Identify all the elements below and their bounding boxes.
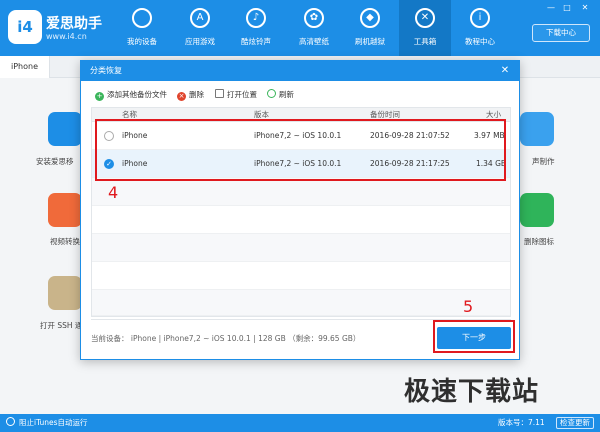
watermark: 极速下载站 — [404, 377, 540, 407]
check-update-button[interactable]: 检查更新 — [556, 417, 594, 429]
nav-my-device[interactable]: 我的设备 — [118, 0, 166, 56]
i4-logo-icon: i4 — [8, 10, 42, 44]
step-5-number: 5 — [463, 297, 474, 316]
flower-icon: ✿ — [304, 8, 324, 28]
nav-label: 教程中心 — [465, 37, 495, 46]
nav-toolbox[interactable]: ✕ 工具箱 — [399, 0, 451, 56]
nav-label: 我的设备 — [127, 37, 157, 46]
empty-row — [92, 234, 510, 262]
itunes-block-icon — [6, 417, 15, 426]
install-i4-tile-icon[interactable] — [48, 112, 82, 146]
info-icon: i — [470, 8, 490, 28]
step-4-highlight-box — [95, 119, 506, 181]
apple-icon — [132, 8, 152, 28]
refresh-icon — [267, 89, 276, 98]
video-convert-tile-icon[interactable] — [48, 193, 82, 227]
nav-label: 刷机越狱 — [355, 37, 385, 46]
ssh-terminal-tile-icon[interactable] — [48, 276, 82, 310]
refresh-button[interactable]: 刷新 — [267, 89, 294, 101]
nav-wallpapers[interactable]: ✿ 高清壁纸 — [290, 0, 338, 56]
nav-label: 高清壁纸 — [299, 37, 329, 46]
empty-row — [92, 178, 510, 206]
nav-label: 应用游戏 — [185, 37, 215, 46]
folder-icon — [215, 89, 224, 98]
delete-icon: × — [177, 92, 186, 101]
dialog-title: 分类恢复 — [81, 61, 519, 81]
tile-label: 删除图标 — [524, 237, 554, 246]
nav-flash-jailbreak[interactable]: ◆ 刷机越狱 — [346, 0, 394, 56]
dropbox-icon: ◆ — [360, 8, 380, 28]
nav-label: 酷炫铃声 — [241, 37, 271, 46]
open-location-label: 打开位置 — [227, 90, 257, 99]
maximize-icon[interactable]: □ — [562, 3, 572, 13]
delete-icons-tile-icon[interactable] — [520, 193, 554, 227]
minimize-icon[interactable]: — — [546, 3, 556, 13]
delete-label: 删除 — [189, 90, 204, 99]
tile-label: 声制作 — [532, 157, 555, 166]
ringtone-maker-tile-icon[interactable] — [520, 112, 554, 146]
open-location-button[interactable]: 打开位置 — [215, 89, 257, 101]
block-itunes-label: 阻止iTunes自动运行 — [19, 418, 88, 427]
refresh-label: 刷新 — [279, 90, 294, 99]
plus-icon: + — [95, 92, 104, 101]
brand-url: www.i4.cn — [46, 32, 87, 41]
add-backup-label: 添加其他备份文件 — [107, 90, 167, 99]
delete-button[interactable]: × 删除 — [177, 89, 204, 101]
tile-label: 视频转换 — [50, 237, 80, 246]
bell-icon: ♪ — [246, 8, 266, 28]
brand-name: 爱思助手 — [46, 16, 102, 32]
category-restore-dialog: 分类恢复 ✕ + 添加其他备份文件 × 删除 打开位置 刷新 名称 版本 备份时间 … — [80, 60, 520, 360]
step-4-number: 4 — [108, 183, 119, 202]
empty-row — [92, 290, 510, 316]
version-label: 版本号：7.11 — [498, 418, 545, 427]
status-bar: 阻止iTunes自动运行 版本号：7.11 检查更新 — [0, 414, 600, 432]
empty-row — [92, 206, 510, 234]
block-itunes-toggle[interactable]: 阻止iTunes自动运行 — [6, 414, 88, 432]
nav-tutorials[interactable]: i 教程中心 — [456, 0, 504, 56]
close-icon[interactable]: ✕ — [580, 3, 590, 13]
empty-row — [92, 262, 510, 290]
app-store-icon: A — [190, 8, 210, 28]
tools-icon: ✕ — [415, 8, 435, 28]
top-header: i4 爱思助手 www.i4.cn 我的设备 A 应用游戏 ♪ 酷炫铃声 ✿ 高… — [0, 0, 600, 56]
add-backup-button[interactable]: + 添加其他备份文件 — [95, 89, 167, 101]
nav-ringtones[interactable]: ♪ 酷炫铃声 — [232, 0, 280, 56]
tab-iphone[interactable]: iPhone — [0, 56, 50, 78]
tile-label: 安装爱思移 — [36, 157, 74, 166]
nav-apps-games[interactable]: A 应用游戏 — [176, 0, 224, 56]
nav-label: 工具箱 — [413, 37, 437, 46]
step-5-highlight-box — [433, 320, 515, 353]
current-device-info: 当前设备： iPhone | iPhone7,2 ~ iOS 10.0.1 | … — [91, 334, 361, 343]
download-center-button[interactable]: 下载中心 — [532, 24, 590, 42]
tile-label: 打开 SSH 通 — [40, 321, 83, 330]
close-icon[interactable]: ✕ — [499, 65, 511, 77]
